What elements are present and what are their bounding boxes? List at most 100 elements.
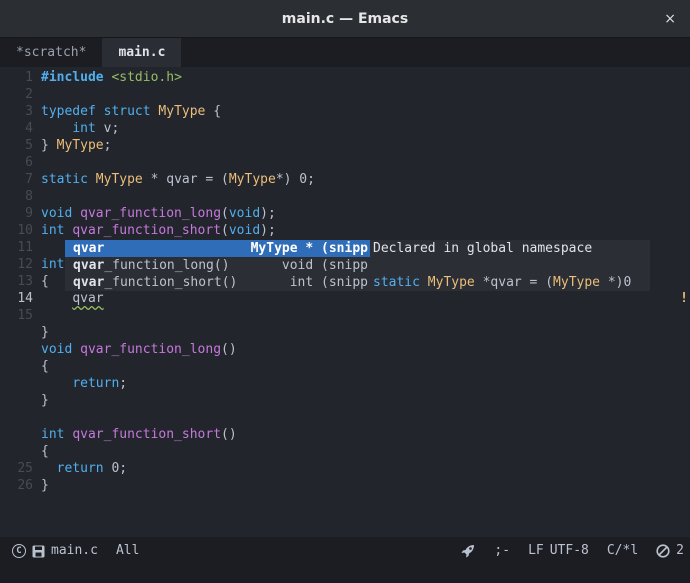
line-number: 12 (17, 257, 33, 272)
code-line[interactable]: { (0, 443, 690, 460)
code-token: qvar_function_short (72, 223, 222, 238)
code-token: typedef (41, 104, 96, 119)
line-code: int v; (41, 120, 119, 137)
code-token: () (221, 427, 237, 442)
bottom-strip (0, 565, 690, 583)
line-number: 3 (25, 104, 33, 119)
eol-indicator[interactable]: LF (528, 537, 544, 565)
rocket-icon[interactable] (460, 543, 476, 559)
diagnostics-count[interactable]: 2 (676, 537, 684, 565)
line-number: 10 (17, 223, 33, 238)
code-line[interactable]: 4 int v; (0, 120, 690, 137)
code-token: } (41, 138, 57, 153)
code-editor[interactable]: 1 #include <stdio.h> 2 3 typedef struct MyTy… (0, 67, 690, 537)
code-line[interactable]: return; (0, 375, 690, 392)
major-mode[interactable]: C/*l (607, 537, 638, 565)
completion-doc-popup: Declared in global namespace static MyTy… (370, 240, 650, 291)
code-line[interactable]: 2 (0, 86, 690, 103)
line-code: { (41, 273, 49, 290)
code-line[interactable]: 10 int qvar_function_short(void); (0, 222, 690, 239)
code-line[interactable]: { (0, 358, 690, 375)
c-mode-icon: C (12, 544, 26, 558)
code-line[interactable]: int qvar_function_short() (0, 426, 690, 443)
code-line[interactable] (0, 409, 690, 426)
code-line[interactable]: void qvar_function_long() (0, 341, 690, 358)
line-code: typedef struct MyType { (41, 103, 221, 120)
tab-scratch[interactable]: *scratch* (0, 38, 102, 67)
code-token: MyType (427, 275, 475, 290)
code-line[interactable]: } (0, 324, 690, 341)
buffer-name[interactable]: main.c (51, 537, 98, 565)
code-line[interactable]: } (0, 392, 690, 409)
code-token: return (56, 461, 104, 476)
completion-item[interactable]: qvar_function_long() void (snipp (65, 257, 370, 274)
line-number: 2 (25, 87, 33, 102)
code-line[interactable]: 3 typedef struct MyType { (0, 103, 690, 120)
code-token: ); (260, 206, 276, 221)
code-token: { (41, 274, 49, 289)
line-number: 7 (25, 172, 33, 187)
code-token: int (41, 427, 65, 442)
code-token: ; (119, 376, 128, 391)
code-token: MyType (95, 172, 143, 187)
tab-main-c[interactable]: main.c (102, 38, 182, 67)
tab-bar: *scratch* main.c (0, 38, 690, 67)
completion-item[interactable]: qvar MyType * (snipp (65, 240, 370, 257)
code-token: ; (103, 138, 112, 153)
code-line[interactable]: 9 void qvar_function_long(void); (0, 205, 690, 222)
code-line[interactable]: 7 static MyType * qvar = (MyType*) 0; (0, 171, 690, 188)
buffer-position: All (115, 543, 140, 558)
code-token: static (373, 275, 420, 290)
line-code: return; (41, 375, 127, 392)
line-number: 15 (17, 308, 33, 323)
code-token: return (72, 376, 120, 391)
line-number: 5 (25, 138, 33, 153)
completion-annotation: MyType * (snipp (250, 241, 368, 256)
line-code: } (41, 392, 49, 409)
line-code: void qvar_function_long(void); (41, 205, 276, 222)
line-number: 13 (17, 274, 33, 289)
save-icon[interactable] (32, 545, 45, 558)
code-token: void (228, 223, 261, 238)
completion-rest: _function_short() (104, 275, 238, 290)
code-token: static (41, 172, 88, 187)
line-number: 14 (17, 291, 33, 306)
code-line[interactable]: 14 qvar! (0, 290, 690, 307)
modeline-separator: ;- (494, 543, 511, 558)
close-icon[interactable]: × (664, 10, 676, 28)
completion-item[interactable]: qvar_function_short() int (snipp (65, 274, 370, 291)
code-line[interactable]: 1 #include <stdio.h> (0, 69, 690, 86)
code-token: int (72, 121, 96, 136)
line-number: 1 (25, 70, 33, 85)
line-code: #include <stdio.h> (41, 69, 182, 86)
encoding-indicator[interactable]: UTF-8 (550, 537, 589, 565)
window-titlebar: main.c — Emacs × (0, 0, 690, 38)
line-number: 4 (25, 121, 33, 136)
code-line[interactable]: 5} MyType; (0, 137, 690, 154)
line-code: qvar (41, 290, 103, 307)
line-number: 26 (17, 478, 33, 493)
code-line[interactable]: 26} (0, 477, 690, 494)
doc-signature: static MyType *qvar = (MyType *)0 (373, 274, 631, 291)
code-token: void (41, 342, 73, 357)
code-line[interactable]: 15 (0, 307, 690, 324)
warning-indicator[interactable]: ! (680, 290, 688, 307)
code-token: int (41, 223, 65, 238)
line-number: 8 (25, 189, 33, 204)
line-code: } (41, 477, 49, 494)
code-token: } (41, 393, 49, 408)
line-number: 6 (25, 155, 33, 170)
line-code: void qvar_function_long() (41, 341, 237, 358)
code-line[interactable]: 6 (0, 154, 690, 171)
diagnostics-icon[interactable] (656, 544, 670, 558)
code-token: *)0 (600, 275, 632, 290)
code-token: void (228, 206, 261, 221)
code-line[interactable]: 25 return 0; (0, 460, 690, 477)
code-line[interactable]: 8 (0, 188, 690, 205)
